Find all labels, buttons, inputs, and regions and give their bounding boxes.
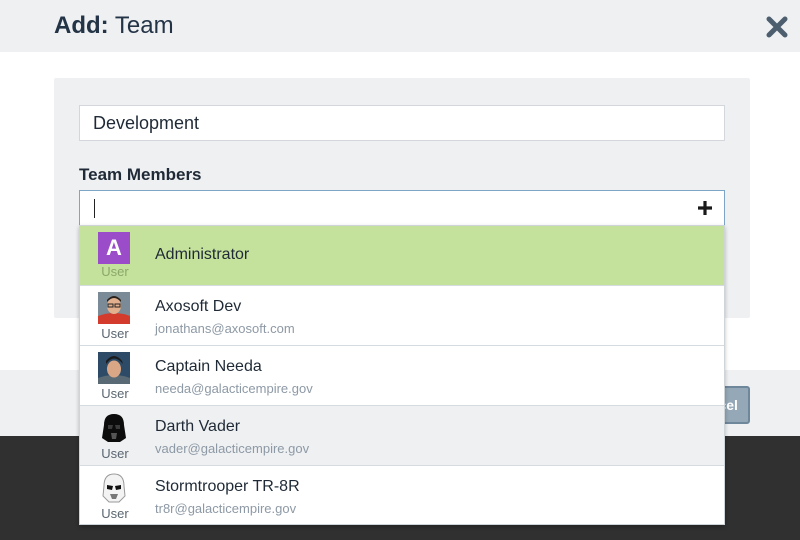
member-type-label: User <box>101 326 129 341</box>
person-photo-icon <box>98 352 130 384</box>
dialog-title-prefix: Add: <box>54 12 109 39</box>
member-type-label: User <box>101 506 129 521</box>
team-members-label: Team Members <box>79 165 202 184</box>
add-member-button[interactable] <box>696 199 714 217</box>
close-button[interactable] <box>762 12 792 42</box>
member-name: Stormtrooper TR-8R <box>155 478 300 495</box>
member-option-stormtrooper-tr8r[interactable]: User Stormtrooper TR-8R tr8r@galacticemp… <box>80 466 724 526</box>
avatar-helmet-icon <box>102 473 126 503</box>
avatar-helmet-icon <box>102 414 126 442</box>
person-photo-icon <box>98 292 130 324</box>
stormtrooper-helmet-icon <box>98 472 130 504</box>
team-members-dropdown: A User Administrator User Axosoft Dev jo… <box>79 225 725 525</box>
member-option-darth-vader[interactable]: User Darth Vader vader@galacticempire.go… <box>80 406 724 466</box>
dialog-title-entity: Team <box>108 12 174 39</box>
avatar-photo-icon <box>98 352 130 384</box>
member-type-label: User <box>101 386 129 401</box>
member-option-captain-needa[interactable]: User Captain Needa needa@galacticempire.… <box>80 346 724 406</box>
text-caret <box>94 199 95 218</box>
dialog-header: Add: Team <box>0 0 800 52</box>
member-email: tr8r@galacticempire.gov <box>155 501 297 516</box>
member-email: jonathans@axosoft.com <box>155 321 295 336</box>
member-option-axosoft-dev[interactable]: User Axosoft Dev jonathans@axosoft.com <box>80 286 724 346</box>
avatar-photo-icon <box>98 292 130 324</box>
team-members-search-input[interactable] <box>79 190 725 226</box>
dialog-title: Add: Team <box>54 12 174 40</box>
member-name: Axosoft Dev <box>155 298 242 315</box>
plus-icon <box>698 201 712 215</box>
member-type-label: User <box>101 264 129 279</box>
member-email: vader@galacticempire.gov <box>155 441 310 456</box>
member-type-label: User <box>101 446 129 461</box>
letter-avatar: A <box>98 232 130 264</box>
close-icon <box>766 16 788 38</box>
member-option-administrator[interactable]: A User Administrator <box>80 226 724 286</box>
avatar-letter: A <box>106 235 122 260</box>
member-name: Administrator <box>155 246 250 263</box>
member-name: Captain Needa <box>155 358 262 375</box>
member-email: needa@galacticempire.gov <box>155 381 313 396</box>
member-name: Darth Vader <box>155 418 241 435</box>
team-name-input[interactable] <box>79 105 725 141</box>
vader-helmet-icon <box>98 412 130 444</box>
